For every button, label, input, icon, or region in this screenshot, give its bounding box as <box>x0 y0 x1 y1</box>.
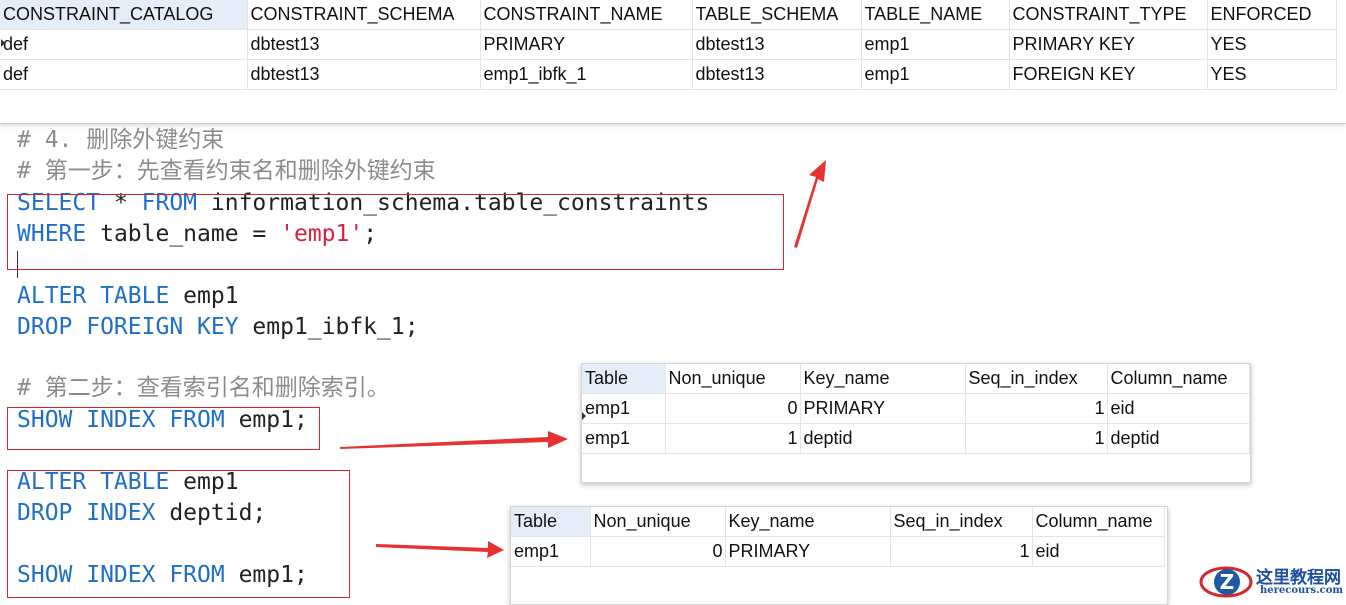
column-header-non-unique[interactable]: Non_unique <box>665 364 801 394</box>
watermark-logo: Z 这里教程网 herecours.com <box>1198 560 1346 603</box>
table-row[interactable]: emp1 0 PRIMARY 1 eid <box>582 393 1250 424</box>
grid-cell[interactable]: eid <box>1107 393 1250 424</box>
grid-cell[interactable]: PRIMARY <box>725 536 891 567</box>
column-header-seq-in-index[interactable]: Seq_in_index <box>890 507 1033 537</box>
grid-cell[interactable]: 0 <box>665 393 801 424</box>
column-header-key-name[interactable]: Key_name <box>725 507 891 537</box>
column-header-table[interactable]: Table <box>582 364 666 394</box>
grid-cell[interactable]: 1 <box>890 536 1033 567</box>
index-result-grid-after: Table Non_unique Key_name Seq_in_index C… <box>510 506 1168 605</box>
svg-text:Z: Z <box>1220 570 1235 594</box>
grid-cell[interactable]: emp1 <box>511 536 591 567</box>
row-pointer-icon <box>582 412 586 420</box>
grid-cell[interactable]: PRIMARY <box>800 393 966 424</box>
grid-cell[interactable]: deptid <box>800 423 966 454</box>
grid-cell[interactable]: eid <box>1032 536 1165 567</box>
column-header-seq-in-index[interactable]: Seq_in_index <box>965 364 1108 394</box>
grid-cell[interactable]: 1 <box>665 423 801 454</box>
table-row[interactable]: emp1 0 PRIMARY 1 eid <box>511 536 1165 567</box>
index-result-grid-before: Table Non_unique Key_name Seq_in_index C… <box>581 363 1251 483</box>
column-header-column-name[interactable]: Column_name <box>1032 507 1165 537</box>
grid-cell[interactable]: emp1 <box>582 423 666 454</box>
grid-header-row: Table Non_unique Key_name Seq_in_index C… <box>511 507 1165 537</box>
table-row[interactable]: emp1 1 deptid 1 deptid <box>582 423 1250 454</box>
column-header-table[interactable]: Table <box>511 507 591 537</box>
grid-cell[interactable]: emp1 <box>582 393 666 424</box>
grid-cell[interactable]: 1 <box>965 393 1108 424</box>
column-header-column-name[interactable]: Column_name <box>1107 364 1250 394</box>
grid-cell[interactable]: deptid <box>1107 423 1250 454</box>
grid-header-row: Table Non_unique Key_name Seq_in_index C… <box>582 364 1250 394</box>
grid-cell[interactable]: 0 <box>590 536 726 567</box>
grid-cell[interactable]: 1 <box>965 423 1108 454</box>
column-header-non-unique[interactable]: Non_unique <box>590 507 726 537</box>
column-header-key-name[interactable]: Key_name <box>800 364 966 394</box>
watermark-url: herecours.com <box>1260 585 1344 596</box>
